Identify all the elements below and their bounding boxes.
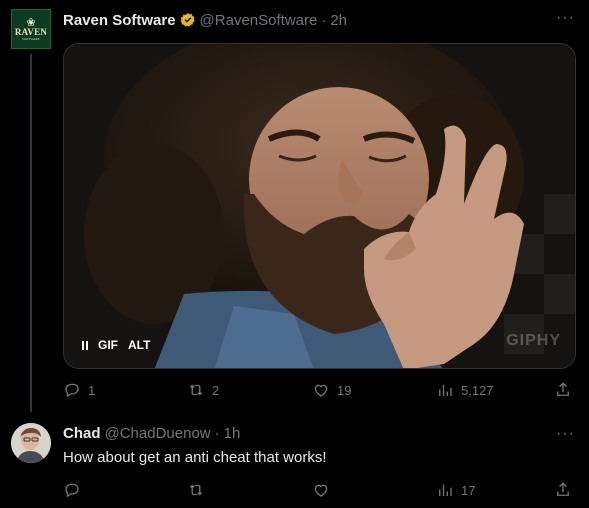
avatar-logo-text: RAVEN — [14, 26, 48, 37]
heart-icon — [314, 484, 328, 497]
reply-more-options-icon[interactable]: ··· — [556, 426, 575, 442]
chad-avatar-image — [11, 423, 51, 463]
more-options-icon[interactable]: ··· — [556, 10, 575, 26]
author-handle[interactable]: @RavenSoftware — [200, 12, 318, 29]
reply-author-name[interactable]: Chad — [63, 425, 101, 442]
reply-author-handle[interactable]: @ChadDuenow — [105, 425, 211, 442]
reply-button[interactable]: 1 — [63, 381, 95, 399]
like-count: 19 — [337, 382, 352, 398]
tweet-timestamp[interactable]: 2h — [330, 12, 347, 29]
views-chart-icon — [439, 484, 452, 496]
reply-meta-separator: · — [214, 425, 220, 442]
reply-share-button[interactable] — [554, 481, 572, 499]
avatar-logo-subtext: SOFTWARE — [22, 36, 40, 41]
views-button[interactable]: 5,127 — [436, 381, 494, 399]
share-button[interactable] — [554, 381, 572, 399]
views-count: 5,127 — [461, 382, 494, 398]
reply-views-count: 17 — [461, 482, 476, 498]
reply-like-button[interactable] — [312, 481, 330, 499]
reply-retweet-button[interactable] — [187, 481, 205, 499]
retweet-count: 2 — [212, 382, 220, 398]
main-tweet[interactable]: ❀ RAVEN SOFTWARE Raven Software @RavenSo… — [0, 0, 589, 412]
share-icon — [557, 382, 569, 396]
verified-badge-icon — [180, 12, 196, 28]
retweet-button[interactable]: 2 — [187, 381, 219, 399]
raven-software-avatar[interactable]: ❀ RAVEN SOFTWARE — [11, 9, 51, 49]
reply-actions-bar: 17 — [63, 481, 576, 501]
tweet-actions-bar: 1 2 19 5,127 — [63, 381, 576, 401]
alt-button[interactable]: ALT — [128, 338, 150, 352]
pause-icon[interactable] — [82, 340, 88, 350]
heart-icon — [314, 384, 328, 397]
chad-avatar[interactable] — [11, 423, 51, 463]
reply-views-button[interactable]: 17 — [436, 481, 475, 499]
reply-icon — [65, 483, 79, 498]
reply-text: How about get an anti cheat that works! — [63, 449, 327, 466]
author-name[interactable]: Raven Software — [63, 12, 176, 29]
thread-connector-line — [30, 54, 32, 412]
retweet-icon — [189, 384, 203, 396]
gif-frame-image — [64, 44, 575, 368]
gif-label: GIF — [98, 338, 118, 352]
meta-separator: · — [321, 11, 327, 29]
reply-count: 1 — [88, 382, 96, 398]
views-chart-icon — [439, 384, 452, 396]
reply-icon — [65, 383, 79, 398]
gif-media[interactable]: GIF ALT GIPHY — [63, 43, 576, 369]
like-button[interactable]: 19 — [312, 381, 351, 399]
reply-reply-button[interactable] — [63, 481, 81, 499]
share-icon — [557, 482, 569, 496]
giphy-watermark: GIPHY — [506, 332, 561, 349]
tree-logo-icon: ❀ — [26, 16, 36, 29]
gif-controls: GIF ALT — [82, 338, 150, 352]
reply-header: Chad @ChadDuenow · 1h — [63, 425, 240, 442]
retweet-icon — [189, 484, 203, 496]
tweet-header: Raven Software @RavenSoftware · 2h — [63, 10, 347, 30]
reply-timestamp[interactable]: 1h — [224, 425, 241, 442]
